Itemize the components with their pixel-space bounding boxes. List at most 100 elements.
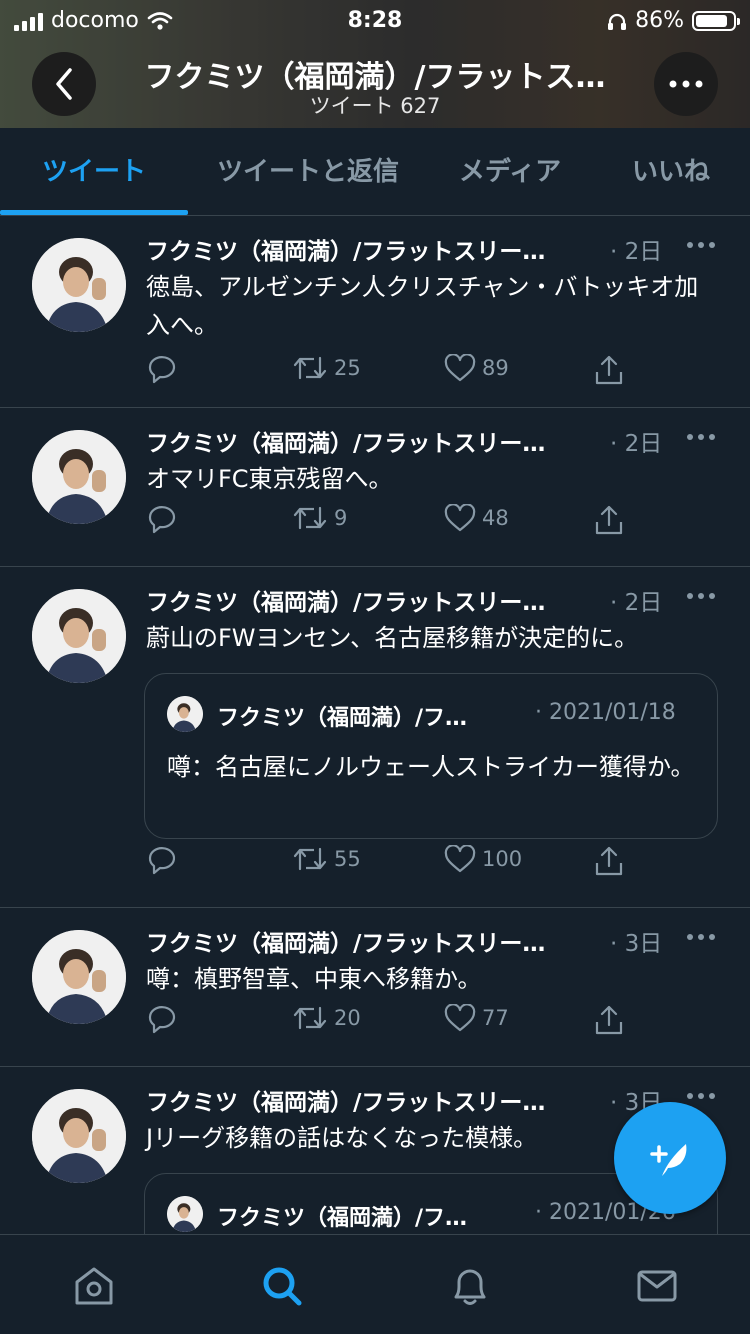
quoted-avatar xyxy=(167,696,203,732)
more-horizontal-icon xyxy=(687,934,715,940)
author-name[interactable]: フクミツ（福岡満）/フラットスリー… xyxy=(146,924,545,958)
tweet-item[interactable]: フクミツ（福岡満）/フラットスリー… · 2日 オマリFC東京残留へ。 9 48 xyxy=(0,408,750,567)
retweet-icon xyxy=(293,506,327,530)
share-icon xyxy=(595,846,623,876)
retweet-count: 20 xyxy=(334,1006,361,1030)
quoted-tweet-date: · 2021/01/18 xyxy=(535,700,676,725)
like-count: 100 xyxy=(482,847,523,871)
tweet-more-button[interactable] xyxy=(686,926,716,946)
reply-icon xyxy=(148,356,176,384)
quoted-tweet[interactable]: フクミツ（福岡満）/フ… · 2021/01/18 噂：名古屋にノルウェー人スト… xyxy=(144,673,718,839)
tweet-more-button[interactable] xyxy=(686,585,716,605)
author-name[interactable]: フクミツ（福岡満）/フラットスリー… xyxy=(146,424,545,458)
tweet-actions: 9 48 xyxy=(146,504,706,544)
avatar[interactable] xyxy=(32,589,126,683)
retweet-button[interactable]: 55 xyxy=(292,845,361,873)
retweet-button[interactable]: 20 xyxy=(292,1004,361,1032)
heart-icon xyxy=(444,354,476,382)
quoted-avatar xyxy=(167,1196,203,1232)
reply-icon xyxy=(148,1006,176,1034)
reply-button[interactable] xyxy=(146,504,178,534)
compose-tweet-button[interactable] xyxy=(614,1102,726,1214)
tweet-more-button[interactable] xyxy=(686,426,716,446)
tweet-more-button[interactable] xyxy=(686,1085,716,1105)
compose-tweet-icon xyxy=(650,1144,687,1176)
like-count: 77 xyxy=(482,1006,509,1030)
author-name[interactable]: フクミツ（福岡満）/フラットスリー… xyxy=(146,583,545,617)
share-icon xyxy=(595,505,623,535)
avatar[interactable] xyxy=(32,238,126,332)
more-horizontal-icon xyxy=(669,80,703,88)
tab-media[interactable]: メディア xyxy=(428,128,592,216)
tab-likes[interactable]: いいね xyxy=(592,128,750,216)
heart-icon xyxy=(444,504,476,532)
tweet-time: · 2日 xyxy=(610,239,663,265)
bell-icon xyxy=(454,1269,486,1305)
chevron-left-icon xyxy=(56,68,72,100)
tweet-text: 噂：槙野智章、中東へ移籍か。 xyxy=(146,965,482,993)
tweet-item[interactable]: フクミツ（福岡満）/フラットスリー… · 2日 蔚山のFWヨンセン、名古屋移籍が… xyxy=(0,567,750,908)
more-button[interactable] xyxy=(654,52,718,116)
avatar[interactable] xyxy=(32,1089,126,1183)
more-horizontal-icon xyxy=(687,242,715,248)
more-horizontal-icon xyxy=(687,593,715,599)
retweet-count: 25 xyxy=(334,356,361,380)
nav-notifications[interactable] xyxy=(445,1261,495,1311)
tweet-more-button[interactable] xyxy=(686,234,716,254)
bottom-nav xyxy=(0,1234,750,1334)
retweet-button[interactable]: 9 xyxy=(292,504,347,532)
tweet-feed[interactable]: フクミツ（福岡満）/フラットスリー… · 2日 徳島、アルゼンチン人クリスチャン… xyxy=(0,216,750,1234)
tweet-count: ツイート 627 xyxy=(309,94,441,118)
share-icon xyxy=(595,1005,623,1035)
share-icon xyxy=(595,355,623,385)
tweet-item[interactable]: フクミツ（福岡満）/フラットスリー… · 2日 徳島、アルゼンチン人クリスチャン… xyxy=(0,216,750,408)
headphones-icon xyxy=(608,13,627,30)
quoted-tweet-text: 噂：名古屋にノルウェー人ストライカー獲得か。 xyxy=(167,753,695,781)
like-button[interactable]: 77 xyxy=(444,1004,509,1032)
tweet-actions: 55 100 xyxy=(146,845,706,885)
retweet-count: 55 xyxy=(334,847,361,871)
quoted-author-name: フクミツ（福岡満）/フ… xyxy=(217,706,468,731)
nav-search[interactable] xyxy=(257,1261,307,1311)
nav-messages[interactable] xyxy=(632,1261,682,1311)
tweet-actions: 20 77 xyxy=(146,1004,706,1044)
reply-button[interactable] xyxy=(146,845,178,875)
like-button[interactable]: 100 xyxy=(444,845,522,873)
back-button[interactable] xyxy=(32,52,96,116)
reply-button[interactable] xyxy=(146,354,178,384)
active-tab-indicator xyxy=(0,210,188,215)
author-name[interactable]: フクミツ（福岡満）/フラットスリー… xyxy=(146,1083,545,1117)
tab-tweets[interactable]: ツイート xyxy=(0,128,188,216)
retweet-icon xyxy=(293,356,327,380)
profile-tabs: ツイート ツイートと返信 メディア いいね xyxy=(0,128,750,216)
tweet-time: · 3日 xyxy=(610,931,663,957)
avatar[interactable] xyxy=(32,930,126,1024)
tweet-item[interactable]: フクミツ（福岡満）/フラットスリー… · 3日 噂：槙野智章、中東へ移籍か。 2… xyxy=(0,908,750,1067)
heart-icon xyxy=(444,845,476,873)
nav-home[interactable] xyxy=(69,1261,119,1311)
author-name[interactable]: フクミツ（福岡満）/フラットスリー… xyxy=(146,232,545,266)
like-count: 89 xyxy=(482,356,509,380)
tweet-time: · 2日 xyxy=(610,431,663,457)
share-button[interactable] xyxy=(594,845,624,877)
search-icon xyxy=(263,1267,302,1306)
avatar[interactable] xyxy=(32,430,126,524)
reply-icon xyxy=(148,847,176,875)
retweet-icon xyxy=(293,1006,327,1030)
like-button[interactable]: 89 xyxy=(444,354,509,382)
share-button[interactable] xyxy=(594,354,624,386)
retweet-icon xyxy=(293,847,327,871)
quoted-author-name: フクミツ（福岡満）/フ… xyxy=(217,1206,468,1231)
like-button[interactable]: 48 xyxy=(444,504,509,532)
tweet-actions: 25 89 xyxy=(146,354,706,394)
retweet-button[interactable]: 25 xyxy=(292,354,361,382)
tab-tweets-and-replies[interactable]: ツイートと返信 xyxy=(188,128,428,216)
retweet-count: 9 xyxy=(334,506,348,530)
reply-button[interactable] xyxy=(146,1004,178,1034)
share-button[interactable] xyxy=(594,504,624,536)
tweet-time: · 2日 xyxy=(610,590,663,616)
share-button[interactable] xyxy=(594,1004,624,1036)
heart-icon xyxy=(444,1004,476,1032)
like-count: 48 xyxy=(482,506,509,530)
reply-icon xyxy=(148,506,176,534)
